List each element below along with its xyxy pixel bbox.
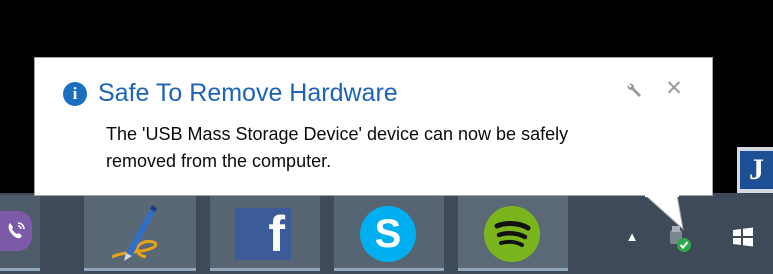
viber-icon [0,211,32,251]
notification-title: Safe To Remove Hardware [98,79,398,107]
wrench-icon[interactable] [624,80,644,100]
notification-message: The 'USB Mass Storage Device' device can… [106,121,706,175]
notification-message-line-2: removed from the computer. [106,151,332,171]
notification-message-line-1: The 'USB Mass Storage Device' device can… [106,124,569,144]
partial-app-icon: J [740,151,773,189]
close-icon[interactable]: ✕ [664,78,684,99]
skype-icon: S [360,206,416,262]
taskbar-app-facebook[interactable]: f [210,195,320,271]
facebook-icon: f [235,208,291,260]
taskbar-app-viber[interactable] [0,195,40,271]
windows-logo-icon[interactable] [728,222,758,252]
taskbar-app-skype[interactable]: S [334,195,444,271]
partial-app-window[interactable]: J [737,147,773,193]
balloon-pointer [645,195,684,231]
taskbar-app-pen[interactable] [84,195,196,271]
info-icon: i [63,82,87,106]
pen-icon [111,205,158,261]
desktop-screen: J f S ▲ i Safe To Remove Hardware ✕ The … [0,0,773,274]
spotify-icon [484,206,540,262]
show-hidden-icons-chevron-icon[interactable]: ▲ [622,230,642,244]
taskbar-app-spotify[interactable] [458,195,568,271]
